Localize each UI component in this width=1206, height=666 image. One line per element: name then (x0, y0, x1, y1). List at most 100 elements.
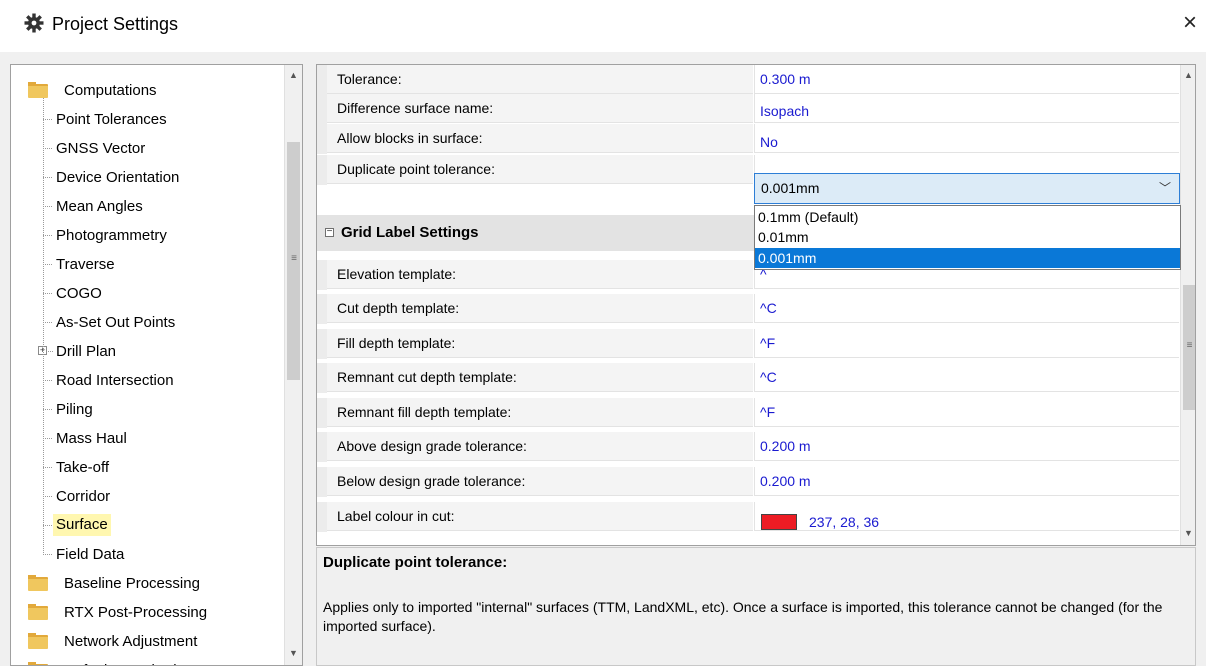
tree-item-field-data[interactable]: Field Data (11, 540, 281, 569)
tree-item-computations[interactable]: Computations (11, 76, 281, 105)
tree-item-label: Network Adjustment (64, 633, 198, 650)
property-value[interactable]: 0.200 m (754, 467, 1179, 496)
tree-item-mean-angles[interactable]: Mean Angles (11, 192, 281, 221)
tree-item-rtx-post-processing[interactable]: RTX Post-Processing (11, 598, 281, 627)
dropdown-option[interactable]: 0.01mm (755, 227, 1180, 247)
description-body: Applies only to imported "internal" surf… (323, 599, 1163, 634)
scroll-down-icon[interactable]: ▼ (285, 643, 302, 663)
property-row-remnant-cut-depth-template[interactable]: Remnant cut depth template: ^C (317, 363, 1179, 393)
tree-item-photogrammetry[interactable]: Photogrammetry (11, 221, 281, 250)
property-row-above-design-grade-tolerance[interactable]: Above design grade tolerance: 0.200 m (317, 432, 1179, 462)
tree-item-label: Corridor (56, 488, 111, 505)
tree-item-label: GNSS Vector (56, 140, 146, 157)
grid-scroll-thumb[interactable]: ≡ (1183, 285, 1195, 410)
property-value[interactable]: Isopach (754, 94, 1179, 123)
property-name: Below design grade tolerance: (327, 467, 753, 496)
grid-scrollbar[interactable]: ▲ ≡ ▼ (1180, 65, 1195, 545)
property-value[interactable]: 0.300 m (754, 65, 1179, 94)
tree-item-label: Mean Angles (56, 198, 143, 215)
tree-item-baseline-processing[interactable]: Baseline Processing (11, 569, 281, 598)
property-row-below-design-grade-tolerance[interactable]: Below design grade tolerance: 0.200 m (317, 467, 1179, 497)
tree-item-piling[interactable]: Piling (11, 395, 281, 424)
dropdown-option-selected[interactable]: 0.001mm (755, 248, 1180, 268)
folder-icon (28, 575, 48, 591)
property-name: Duplicate point tolerance: (327, 155, 753, 184)
tree-item-gnss-vector[interactable]: GNSS Vector (11, 134, 281, 163)
category-label: Grid Label Settings (341, 224, 479, 241)
property-value[interactable]: 0.200 m (754, 432, 1179, 461)
tree-item-traverse[interactable]: Traverse (11, 250, 281, 279)
window-title: Project Settings (52, 14, 179, 34)
tree-item-label: Road Intersection (56, 372, 174, 389)
tree-scrollbar[interactable]: ▲ ≡ ▼ (284, 65, 302, 665)
tree-item-label: Field Data (56, 546, 125, 563)
settings-tree: Computations Point Tolerances GNSS Vector D… (10, 64, 303, 666)
property-row-tolerance[interactable]: Tolerance: 0.300 m (317, 65, 1179, 95)
tree-item-take-off[interactable]: Take-off (11, 453, 281, 482)
tree-item-mass-haul[interactable]: Mass Haul (11, 424, 281, 453)
combo-selected-value: 0.001mm (761, 180, 820, 196)
tree-item-label: COGO (56, 285, 102, 302)
colour-value: 237, 28, 36 (809, 514, 880, 530)
tree-item-label: RTX Post-Processing (64, 604, 208, 621)
title-bar: Project Settings × (0, 0, 1206, 52)
tree-item-label: Drill Plan (56, 343, 117, 360)
property-name: Fill depth template: (327, 329, 753, 358)
tree-item-label: Mass Haul (56, 430, 127, 447)
tree-item-label: Computations (64, 82, 157, 99)
close-button[interactable]: × (1178, 10, 1202, 36)
tree-item-label: Device Orientation (56, 169, 180, 186)
property-name: Remnant fill depth template: (327, 398, 753, 427)
property-row-label-colour-in-cut[interactable]: Label colour in cut: 237, 28, 36 (317, 502, 1179, 532)
property-row-cut-depth-template[interactable]: Cut depth template: ^C (317, 294, 1179, 324)
tree-item-surface[interactable]: Surface (11, 511, 281, 540)
tree-item-cogo[interactable]: COGO (11, 279, 281, 308)
collapse-icon[interactable]: − (325, 227, 334, 237)
tree-item-as-set-out-points[interactable]: As-Set Out Points (11, 308, 281, 337)
tree-item-drill-plan[interactable]: + Drill Plan (11, 337, 281, 366)
gear-icon (24, 13, 44, 33)
property-row-allow-blocks[interactable]: Allow blocks in surface: No (317, 124, 1179, 154)
property-row-difference-surface-name[interactable]: Difference surface name: Isopach (317, 94, 1179, 124)
folder-icon (28, 633, 48, 649)
tree-item-label: As-Set Out Points (56, 314, 176, 331)
tree-item-label: Surface (53, 514, 111, 536)
property-row-fill-depth-template[interactable]: Fill depth template: ^F (317, 329, 1179, 359)
tree-item-default-standard-errors[interactable]: Default Standard Errors (11, 656, 281, 665)
tree-item-device-orientation[interactable]: Device Orientation (11, 163, 281, 192)
duplicate-point-tolerance-dropdown: 0.1mm (Default) 0.01mm 0.001mm (754, 205, 1181, 270)
property-row-remnant-fill-depth-template[interactable]: Remnant fill depth template: ^F (317, 398, 1179, 428)
tree-item-road-intersection[interactable]: Road Intersection (11, 366, 281, 395)
property-name: Label colour in cut: (327, 502, 753, 531)
property-value[interactable]: ^C (754, 294, 1179, 323)
scroll-up-icon[interactable]: ▲ (1181, 65, 1195, 85)
tree-scroll-thumb[interactable]: ≡ (287, 142, 300, 380)
tree-item-point-tolerances[interactable]: Point Tolerances (11, 105, 281, 134)
property-value[interactable]: ^F (754, 398, 1179, 427)
dropdown-option[interactable]: 0.1mm (Default) (755, 207, 1180, 227)
tree-item-corridor[interactable]: Corridor (11, 482, 281, 511)
folder-icon (28, 604, 48, 620)
chevron-down-icon[interactable]: ﹀ (1159, 174, 1171, 203)
property-value[interactable]: No (754, 124, 1179, 153)
property-grid: Tolerance: 0.300 m Difference surface na… (316, 64, 1196, 546)
tree-item-network-adjustment[interactable]: Network Adjustment (11, 627, 281, 656)
duplicate-point-tolerance-combo[interactable]: 0.001mm ﹀ (754, 173, 1180, 204)
property-name: Elevation template: (327, 260, 753, 289)
property-value[interactable]: ^C (754, 363, 1179, 392)
tree-item-label: Baseline Processing (64, 575, 200, 592)
scroll-up-icon[interactable]: ▲ (285, 65, 302, 85)
property-name: Allow blocks in surface: (327, 124, 753, 153)
tree-item-label: Take-off (56, 459, 110, 476)
property-name: Difference surface name: (327, 94, 753, 123)
tree-item-label: Photogrammetry (56, 227, 167, 244)
property-name: Remnant cut depth template: (327, 363, 753, 392)
dialog-content: Computations Point Tolerances GNSS Vector D… (0, 52, 1206, 666)
description-title: Duplicate point tolerance: (323, 554, 508, 571)
property-value[interactable]: 237, 28, 36 (754, 502, 1179, 531)
folder-icon (28, 82, 48, 98)
scroll-down-icon[interactable]: ▼ (1181, 523, 1195, 543)
tree-item-label: Traverse (56, 256, 115, 273)
property-value[interactable]: ^F (754, 329, 1179, 358)
property-name: Cut depth template: (327, 294, 753, 323)
